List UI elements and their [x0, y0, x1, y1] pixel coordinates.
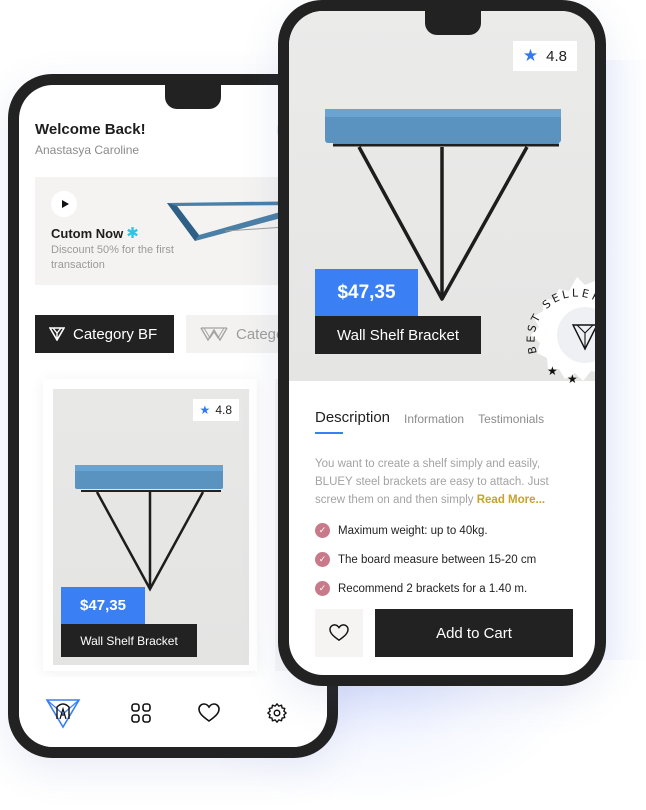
product-name: Wall Shelf Bracket: [315, 316, 481, 354]
best-seller-badge: BEST SELLER ★ ★: [524, 277, 595, 386]
triangle-logo-icon: [49, 327, 65, 341]
check-icon: ✓: [315, 523, 330, 538]
play-button[interactable]: [51, 191, 77, 217]
bottom-nav: [19, 677, 327, 747]
price-tag: $47,35: [315, 269, 418, 316]
phone-detail-screen: ★ 4.8 $47,35 Wall Shelf Bracket BEST SEL…: [278, 0, 606, 686]
rating-value: 4.8: [215, 403, 232, 417]
star-icon: ★: [522, 46, 539, 65]
product-detail-screen: ★ 4.8 $47,35 Wall Shelf Bracket BEST SEL…: [289, 11, 595, 675]
category-tab-label: Category BF: [73, 325, 158, 343]
heart-icon: [329, 624, 349, 642]
check-icon: ✓: [315, 552, 330, 567]
favorite-button[interactable]: [315, 609, 363, 657]
feature-text: Recommend 2 brackets for a 1.40 m.: [338, 582, 528, 595]
category-tab-bf[interactable]: Category BF: [35, 315, 174, 353]
detail-tabs: Description Information Testimonials: [315, 409, 544, 434]
rating-badge: ★ 4.8: [512, 41, 577, 71]
feature-item: ✓ Recommend 2 brackets for a 1.40 m.: [315, 574, 536, 603]
greeting-title: Welcome Back!: [35, 121, 146, 138]
play-icon: [61, 200, 69, 208]
feature-item: ✓ The board measure between 15-20 cm: [315, 545, 536, 574]
product-image: ★ 4.8 $47,35 Wall Shelf Bracket: [53, 389, 249, 665]
feature-list: ✓ Maximum weight: up to 40kg. ✓ The boar…: [315, 516, 536, 603]
star-icon: ★: [199, 403, 211, 417]
w-logo-icon: [200, 327, 228, 341]
tab-information[interactable]: Information: [404, 412, 464, 426]
brand-logo-icon: [45, 699, 81, 729]
phone-notch: [425, 11, 481, 35]
rating-value: 4.8: [546, 47, 567, 65]
phone-notch: [165, 85, 221, 109]
price-tag: $47,35: [61, 587, 145, 624]
heart-icon: [198, 703, 220, 722]
feature-item: ✓ Maximum weight: up to 40kg.: [315, 516, 536, 545]
star-icon: ★: [567, 372, 578, 386]
promo-subtitle: Discount 50% for the first transaction: [51, 244, 174, 271]
rating-badge: ★ 4.8: [192, 399, 239, 421]
asterisk-icon: ✱: [126, 225, 139, 242]
product-description: You want to create a shelf simply and ea…: [315, 455, 565, 509]
nav-categories[interactable]: [123, 695, 159, 731]
star-icon: ★: [547, 364, 558, 378]
read-more-link[interactable]: Read More...: [477, 494, 545, 506]
user-name: Anastasya Caroline: [35, 143, 140, 157]
check-icon: ✓: [315, 581, 330, 596]
promo-title: Cutom Now ✱: [51, 224, 139, 242]
nav-home[interactable]: [45, 695, 81, 731]
product-card[interactable]: ★ 4.8 $47,35 Wall Shelf Bracket: [43, 379, 257, 671]
gear-icon: [267, 703, 287, 723]
nav-favorites[interactable]: [191, 695, 227, 731]
feature-text: The board measure between 15-20 cm: [338, 553, 537, 566]
grid-icon: [131, 703, 151, 723]
tab-testimonials[interactable]: Testimonials: [478, 412, 544, 426]
promo-title-text: Cutom Now: [51, 226, 124, 241]
nav-settings[interactable]: [259, 695, 295, 731]
feature-text: Maximum weight: up to 40kg.: [338, 524, 488, 537]
add-to-cart-button[interactable]: Add to Cart: [375, 609, 573, 657]
tab-description[interactable]: Description: [315, 409, 390, 434]
product-name: Wall Shelf Bracket: [61, 624, 197, 657]
